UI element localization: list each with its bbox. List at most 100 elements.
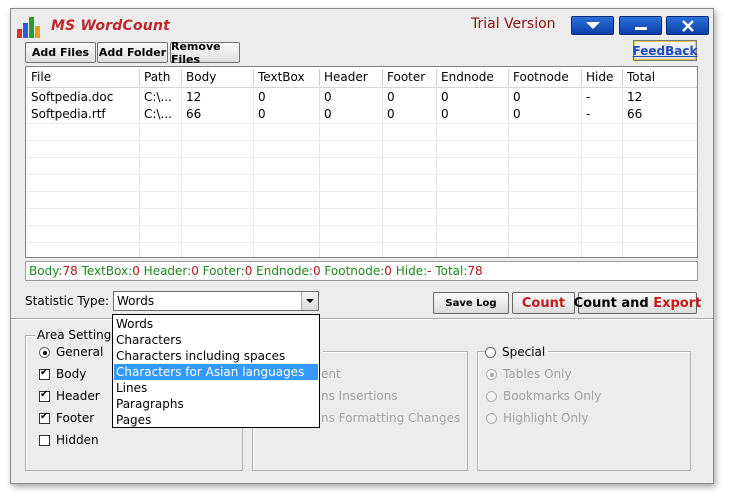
footer-label: Footer — [56, 411, 95, 425]
dropdown-arrow-icon[interactable] — [301, 292, 318, 310]
cell-endnode: 0 — [441, 107, 449, 121]
column-header-total[interactable]: Total — [622, 70, 697, 84]
dropdown-option[interactable]: Words — [114, 316, 318, 332]
general-radio[interactable]: General — [39, 345, 103, 359]
export-label: Export — [653, 295, 702, 311]
body-label: Body — [56, 367, 87, 381]
column-header-textbox[interactable]: TextBox — [253, 70, 319, 84]
summary-value: - — [427, 264, 432, 278]
count-and-label: Count and — [573, 295, 654, 311]
hidden-checkbox[interactable]: Hidden — [39, 433, 99, 447]
column-header-header[interactable]: Header — [319, 70, 382, 84]
cell-footer: 0 — [387, 107, 395, 121]
column-header-endnode[interactable]: Endnode — [436, 70, 508, 84]
list-header: File Path Body TextBox Header Footer End… — [26, 67, 697, 88]
count-button[interactable]: Count — [512, 292, 575, 314]
special-radio[interactable]: Special — [485, 345, 549, 359]
table-row[interactable]: Softpedia.doc C:\... 12 0 0 0 0 0 - 12 — [26, 89, 697, 106]
cell-footnode: 0 — [513, 107, 521, 121]
cell-file: Softpedia.rtf — [31, 107, 106, 121]
tables-only-radio[interactable]: Tables Only — [486, 367, 572, 381]
radio-icon — [486, 390, 497, 402]
cell-total: 66 — [627, 107, 643, 121]
feedback-button[interactable]: FeedBack — [633, 40, 697, 61]
trial-version-label: Trial Version — [471, 16, 556, 32]
close-button[interactable] — [666, 16, 709, 35]
dropdown-option[interactable]: Characters including spaces — [114, 348, 318, 364]
radio-icon — [486, 368, 497, 380]
dropdown-option-highlighted[interactable]: Characters for Asian languages — [114, 364, 318, 380]
summary-label: Endnode: — [256, 264, 313, 278]
count-and-export-button[interactable]: Count and Export — [574, 292, 701, 314]
hidden-label: Hidden — [56, 433, 99, 447]
statistic-type-select[interactable]: Words — [113, 291, 319, 311]
cell-total: 12 — [627, 90, 643, 104]
checkbox-checked-icon — [39, 411, 50, 424]
highlight-only-radio[interactable]: Highlight Only — [486, 411, 588, 425]
app-title: MS WordCount — [51, 18, 171, 34]
summary-label: Header: — [143, 264, 192, 278]
footer-checkbox[interactable]: Footer — [39, 411, 94, 425]
summary-label: Footer: — [202, 264, 245, 278]
table-row[interactable]: Softpedia.rtf C:\... 66 0 0 0 0 0 - 66 — [26, 106, 697, 123]
add-folder-button[interactable]: Add Folder — [97, 42, 168, 63]
column-header-footer[interactable]: Footer — [382, 70, 436, 84]
minimize-button[interactable] — [619, 16, 662, 35]
body-checkbox[interactable]: Body — [39, 367, 86, 381]
radio-icon — [485, 346, 496, 358]
cell-body: 12 — [186, 90, 202, 104]
cell-body: 66 — [186, 107, 202, 121]
column-header-footnode[interactable]: Footnode — [508, 70, 581, 84]
statistic-type-label: Statistic Type: — [25, 294, 110, 308]
cell-textbox: 0 — [258, 107, 266, 121]
cell-header: 0 — [324, 90, 332, 104]
dropdown-option[interactable]: Paragraphs — [114, 396, 318, 412]
remove-files-button[interactable]: Remove Files — [170, 40, 240, 66]
options-button[interactable] — [571, 16, 614, 35]
column-header-body[interactable]: Body — [181, 70, 253, 84]
cell-file: Softpedia.doc — [31, 90, 114, 104]
summary-label: TextBox: — [81, 264, 133, 278]
column-header-file[interactable]: File — [26, 70, 139, 84]
cell-hide: - — [586, 90, 591, 104]
dropdown-option[interactable]: Characters — [114, 332, 318, 348]
checkbox-checked-icon — [39, 389, 50, 402]
track-option-2[interactable]: ns Insertions — [321, 389, 398, 403]
summary-value: 0 — [312, 264, 321, 278]
save-log-button[interactable]: Save Log — [433, 292, 509, 314]
dropdown-option[interactable]: Lines — [114, 380, 318, 396]
summary-label: Body: — [29, 264, 63, 278]
cell-footer: 0 — [387, 90, 395, 104]
bookmarks-only-radio[interactable]: Bookmarks Only — [486, 389, 601, 403]
summary-value: 0 — [244, 264, 253, 278]
area-setting-title: Area Setting — [35, 328, 114, 342]
cell-path: C:\... — [144, 90, 172, 104]
cell-textbox: 0 — [258, 90, 266, 104]
bookmarks-only-label: Bookmarks Only — [503, 389, 602, 403]
file-list[interactable]: File Path Body TextBox Header Footer End… — [25, 66, 698, 258]
radio-icon — [486, 412, 497, 424]
header-checkbox[interactable]: Header — [39, 389, 100, 403]
chevron-down-icon — [585, 21, 600, 29]
general-label: General — [56, 345, 104, 359]
dropdown-option[interactable]: Pages — [114, 412, 318, 428]
count-label: Count — [521, 295, 566, 311]
minimize-icon — [634, 26, 647, 30]
column-header-path[interactable]: Path — [139, 70, 181, 84]
summary-label: Hide: — [395, 264, 428, 278]
column-header-hide[interactable]: Hide — [581, 70, 622, 84]
track-option-3[interactable]: ns Formatting Changes — [321, 411, 460, 425]
track-option-1[interactable]: ent — [321, 367, 341, 381]
tables-only-label: Tables Only — [503, 367, 572, 381]
summary-value: 0 — [384, 264, 392, 278]
app-logo-icon — [17, 16, 43, 38]
statistic-type-dropdown-list[interactable]: Words Characters Characters including sp… — [112, 314, 320, 428]
close-icon — [681, 19, 694, 32]
add-files-button[interactable]: Add Files — [25, 42, 96, 63]
cell-path: C:\... — [144, 107, 172, 121]
checkbox-unchecked-icon — [39, 434, 50, 446]
statistic-type-value: Words — [117, 294, 155, 308]
cell-header: 0 — [324, 107, 332, 121]
summary-label: Footnode: — [324, 264, 385, 278]
cell-footnode: 0 — [513, 90, 521, 104]
